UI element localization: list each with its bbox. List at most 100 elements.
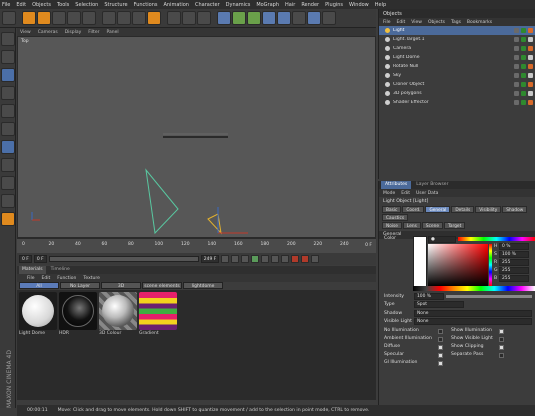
viewport-menu-view[interactable]: View [20,30,31,35]
material-hdr[interactable]: HDR [59,292,97,336]
snap-icon[interactable] [1,194,15,208]
subtab-shadow[interactable]: Shadow [502,206,528,213]
b-field[interactable]: 255 [499,275,529,282]
tab-timeline[interactable]: Timeline [48,266,73,274]
timeline-ruler[interactable]: 0 20 40 60 80 100 120 140 160 180 200 220 240 0 F [17,238,376,253]
tag-icon[interactable] [528,64,533,69]
g-field[interactable]: 255 [499,267,529,274]
menu-tools[interactable]: Tools [57,2,69,8]
object-row[interactable]: Camera [379,44,535,53]
s-field[interactable]: 100 % [499,251,529,258]
menu-dynamics[interactable]: Dynamics [226,2,251,8]
viewport-menu-cameras[interactable]: Cameras [38,30,58,35]
tag-icon[interactable] [528,37,533,42]
object-row[interactable]: Light Dome [379,53,535,62]
enabled-check-icon[interactable] [521,37,526,42]
subtab-coord[interactable]: Coord. [402,206,425,213]
tag-icon[interactable] [528,28,533,33]
subtab-noise[interactable]: Noise [382,222,402,229]
last-tool-icon[interactable] [82,11,96,25]
object-row[interactable]: Shader Effector [379,98,535,107]
render-settings-icon[interactable] [197,11,211,25]
viewport-top[interactable]: Top [17,36,376,238]
next-frame-icon[interactable] [261,255,270,263]
range-slider[interactable] [48,256,199,262]
layer-3d[interactable]: 3D [101,282,141,289]
light-icon[interactable] [322,11,336,25]
object-row[interactable]: Sky [379,71,535,80]
intensity-field[interactable]: 100 % [414,293,444,300]
visibility-dot-icon[interactable] [514,37,519,42]
menu-mograph[interactable]: MoGraph [256,2,279,8]
nurbs-icon[interactable] [232,11,246,25]
object-row[interactable]: Light [379,26,535,35]
object-row[interactable]: Rotate Null [379,62,535,71]
tag-icon[interactable] [528,91,533,96]
subtab-details[interactable]: Details [451,206,475,213]
menu-selection[interactable]: Selection [75,2,98,8]
checkbox[interactable] [438,345,443,350]
menu-render[interactable]: Render [301,2,319,8]
r-field[interactable]: 255 [499,259,529,266]
hue-bar[interactable] [458,237,535,241]
tab-attributes[interactable]: Attributes [381,181,412,189]
start-frame-field[interactable]: 0 F [19,255,32,263]
make-editable-icon[interactable] [1,32,15,46]
menu-edit[interactable]: Edit [16,2,26,8]
axis-mode-icon[interactable] [1,104,15,118]
texture-mode-icon[interactable] [1,86,15,100]
material-3d-colour[interactable]: 3D Colour [99,292,137,336]
swatch-strip[interactable] [413,286,535,291]
menu-hair[interactable]: Hair [285,2,295,8]
menu-user-data[interactable]: User Data [416,191,438,196]
menu-objects[interactable]: Objects [32,2,51,8]
checkbox[interactable] [499,337,504,342]
layer-no-layer[interactable]: No Layer [60,282,100,289]
menu-view[interactable]: View [411,20,422,25]
enabled-check-icon[interactable] [521,73,526,78]
keyframe-selection-icon[interactable] [311,255,320,263]
checkbox[interactable] [499,329,504,334]
tag-icon[interactable] [528,82,533,87]
record-icon[interactable] [291,255,300,263]
material-gradient[interactable]: Gradient [139,292,177,336]
polygons-mode-icon[interactable] [1,158,15,172]
enabled-check-icon[interactable] [521,82,526,87]
menu-functions[interactable]: Functions [134,2,158,8]
object-row[interactable]: Cloner Object [379,80,535,89]
material-light-dome[interactable]: Light Dome [19,292,57,336]
checkbox[interactable] [438,361,443,366]
subtab-lens[interactable]: Lens [402,222,421,229]
model-mode-icon[interactable] [1,50,15,64]
tag-icon[interactable] [528,100,533,105]
menu-character[interactable]: Character [195,2,220,8]
points-mode-icon[interactable] [1,122,15,136]
go-end-icon[interactable] [281,255,290,263]
cube-icon[interactable] [217,11,231,25]
layer-scene-elements[interactable]: scene elements [142,282,182,289]
viewport-menu-display[interactable]: Display [65,30,82,35]
menu-file[interactable]: File [383,20,391,25]
object-mode-icon[interactable] [1,68,15,82]
menu-structure[interactable]: Structure [104,2,127,8]
deformer-icon[interactable] [277,11,291,25]
menu-window[interactable]: Window [349,2,369,8]
visibility-dot-icon[interactable] [514,46,519,51]
checkbox[interactable] [499,353,504,358]
enabled-check-icon[interactable] [521,46,526,51]
workplane-icon[interactable] [1,212,15,226]
tag-icon[interactable] [528,55,533,60]
render-picture-viewer-icon[interactable] [182,11,196,25]
color-mode-select[interactable]: ● [428,236,456,243]
visibility-dot-icon[interactable] [514,55,519,60]
visibility-dot-icon[interactable] [514,64,519,69]
layer-all[interactable]: All [19,282,59,289]
subtab-scene[interactable]: Scene [421,222,443,229]
render-view-icon[interactable] [167,11,181,25]
rotate-tool-icon[interactable] [67,11,81,25]
go-start-icon[interactable] [221,255,230,263]
shadow-select[interactable]: None [414,310,532,317]
menu-function[interactable]: Function [57,276,76,281]
subtab-visibility[interactable]: Visibility [475,206,502,213]
visibility-dot-icon[interactable] [514,28,519,33]
